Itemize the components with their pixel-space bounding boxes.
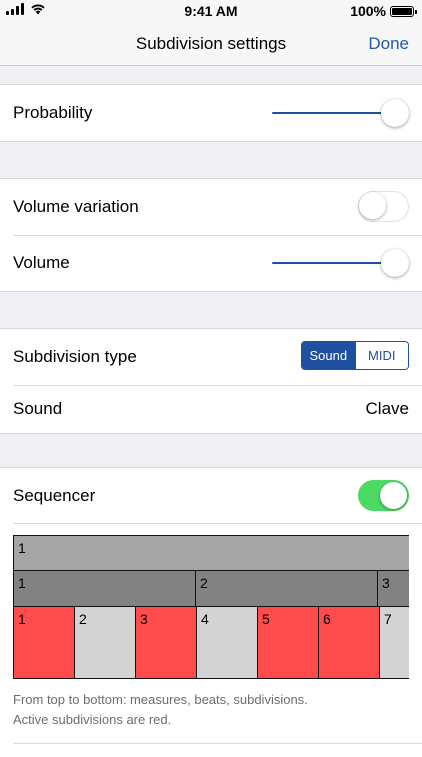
battery-icon	[390, 5, 417, 17]
probability-group: Probability	[0, 84, 422, 142]
status-bar: 9:41 AM 100%	[0, 0, 422, 22]
footer-line-1: From top to bottom: measures, beats, sub…	[13, 692, 308, 707]
subdivisions-row: 1234567	[13, 606, 409, 679]
battery-percent: 100%	[350, 3, 386, 19]
volume-variation-toggle[interactable]	[358, 191, 409, 222]
footer-line-2: Active subdivisions are red.	[13, 712, 172, 727]
measure-cell-1: 1	[13, 535, 409, 571]
beat-cell-1: 1	[13, 570, 196, 607]
slider-track	[272, 112, 395, 114]
sound-value: Clave	[365, 399, 409, 418]
beats-row: 123	[13, 570, 409, 607]
subdivision-type-row: Subdivision type Sound MIDI	[0, 329, 422, 385]
probability-slider[interactable]	[272, 99, 409, 127]
probability-label: Probability	[13, 103, 93, 122]
page-title: Subdivision settings	[135, 34, 287, 53]
beat-cell-2: 2	[195, 570, 378, 607]
sequencer-toggle[interactable]	[358, 480, 409, 511]
toggle-knob	[380, 482, 407, 509]
volume-group: Volume variation Volume	[0, 178, 422, 292]
volume-variation-label: Volume variation	[13, 197, 139, 216]
volume-row: Volume	[0, 235, 422, 291]
segment-midi[interactable]: MIDI	[354, 342, 408, 369]
subdivision-type-segmented-control: Sound MIDI	[301, 341, 409, 370]
subdivision-cell-7[interactable]: 7	[379, 606, 409, 679]
volume-slider[interactable]	[272, 249, 409, 277]
volume-variation-row: Volume variation	[0, 179, 422, 235]
measures-row: 1	[13, 535, 409, 571]
subdivision-cell-2[interactable]: 2	[74, 606, 136, 679]
sequencer-footer-note: From top to bottom: measures, beats, sub…	[13, 690, 409, 730]
subdivision-cell-1[interactable]: 1	[13, 606, 75, 679]
sequencer-label: Sequencer	[13, 486, 96, 505]
slider-thumb[interactable]	[381, 249, 409, 277]
subdivision-cell-4[interactable]: 4	[196, 606, 258, 679]
beat-cell-3: 3	[377, 570, 409, 607]
sequencer-row: Sequencer	[0, 468, 422, 524]
subdivision-cell-5[interactable]: 5	[257, 606, 319, 679]
subdivision-cell-6[interactable]: 6	[318, 606, 380, 679]
slider-thumb[interactable]	[381, 99, 409, 127]
status-right: 100%	[350, 3, 417, 19]
volume-label: Volume	[13, 253, 70, 272]
segment-sound[interactable]: Sound	[302, 342, 355, 369]
row-divider	[13, 523, 422, 524]
sound-row[interactable]: Sound Clave	[0, 385, 422, 433]
navigation-bar: Subdivision settings Done	[0, 22, 422, 66]
toggle-knob	[359, 192, 386, 219]
done-button[interactable]: Done	[368, 34, 409, 54]
subdivision-type-label: Subdivision type	[13, 347, 137, 366]
subdivision-cell-3[interactable]: 3	[135, 606, 197, 679]
slider-track	[272, 262, 395, 264]
sequencer-grid: 1 123 1234567	[13, 535, 409, 679]
probability-row: Probability	[0, 85, 422, 141]
sound-label: Sound	[13, 399, 63, 418]
subdivision-group: Subdivision type Sound MIDI Sound Clave	[0, 328, 422, 434]
bottom-divider	[13, 743, 422, 744]
